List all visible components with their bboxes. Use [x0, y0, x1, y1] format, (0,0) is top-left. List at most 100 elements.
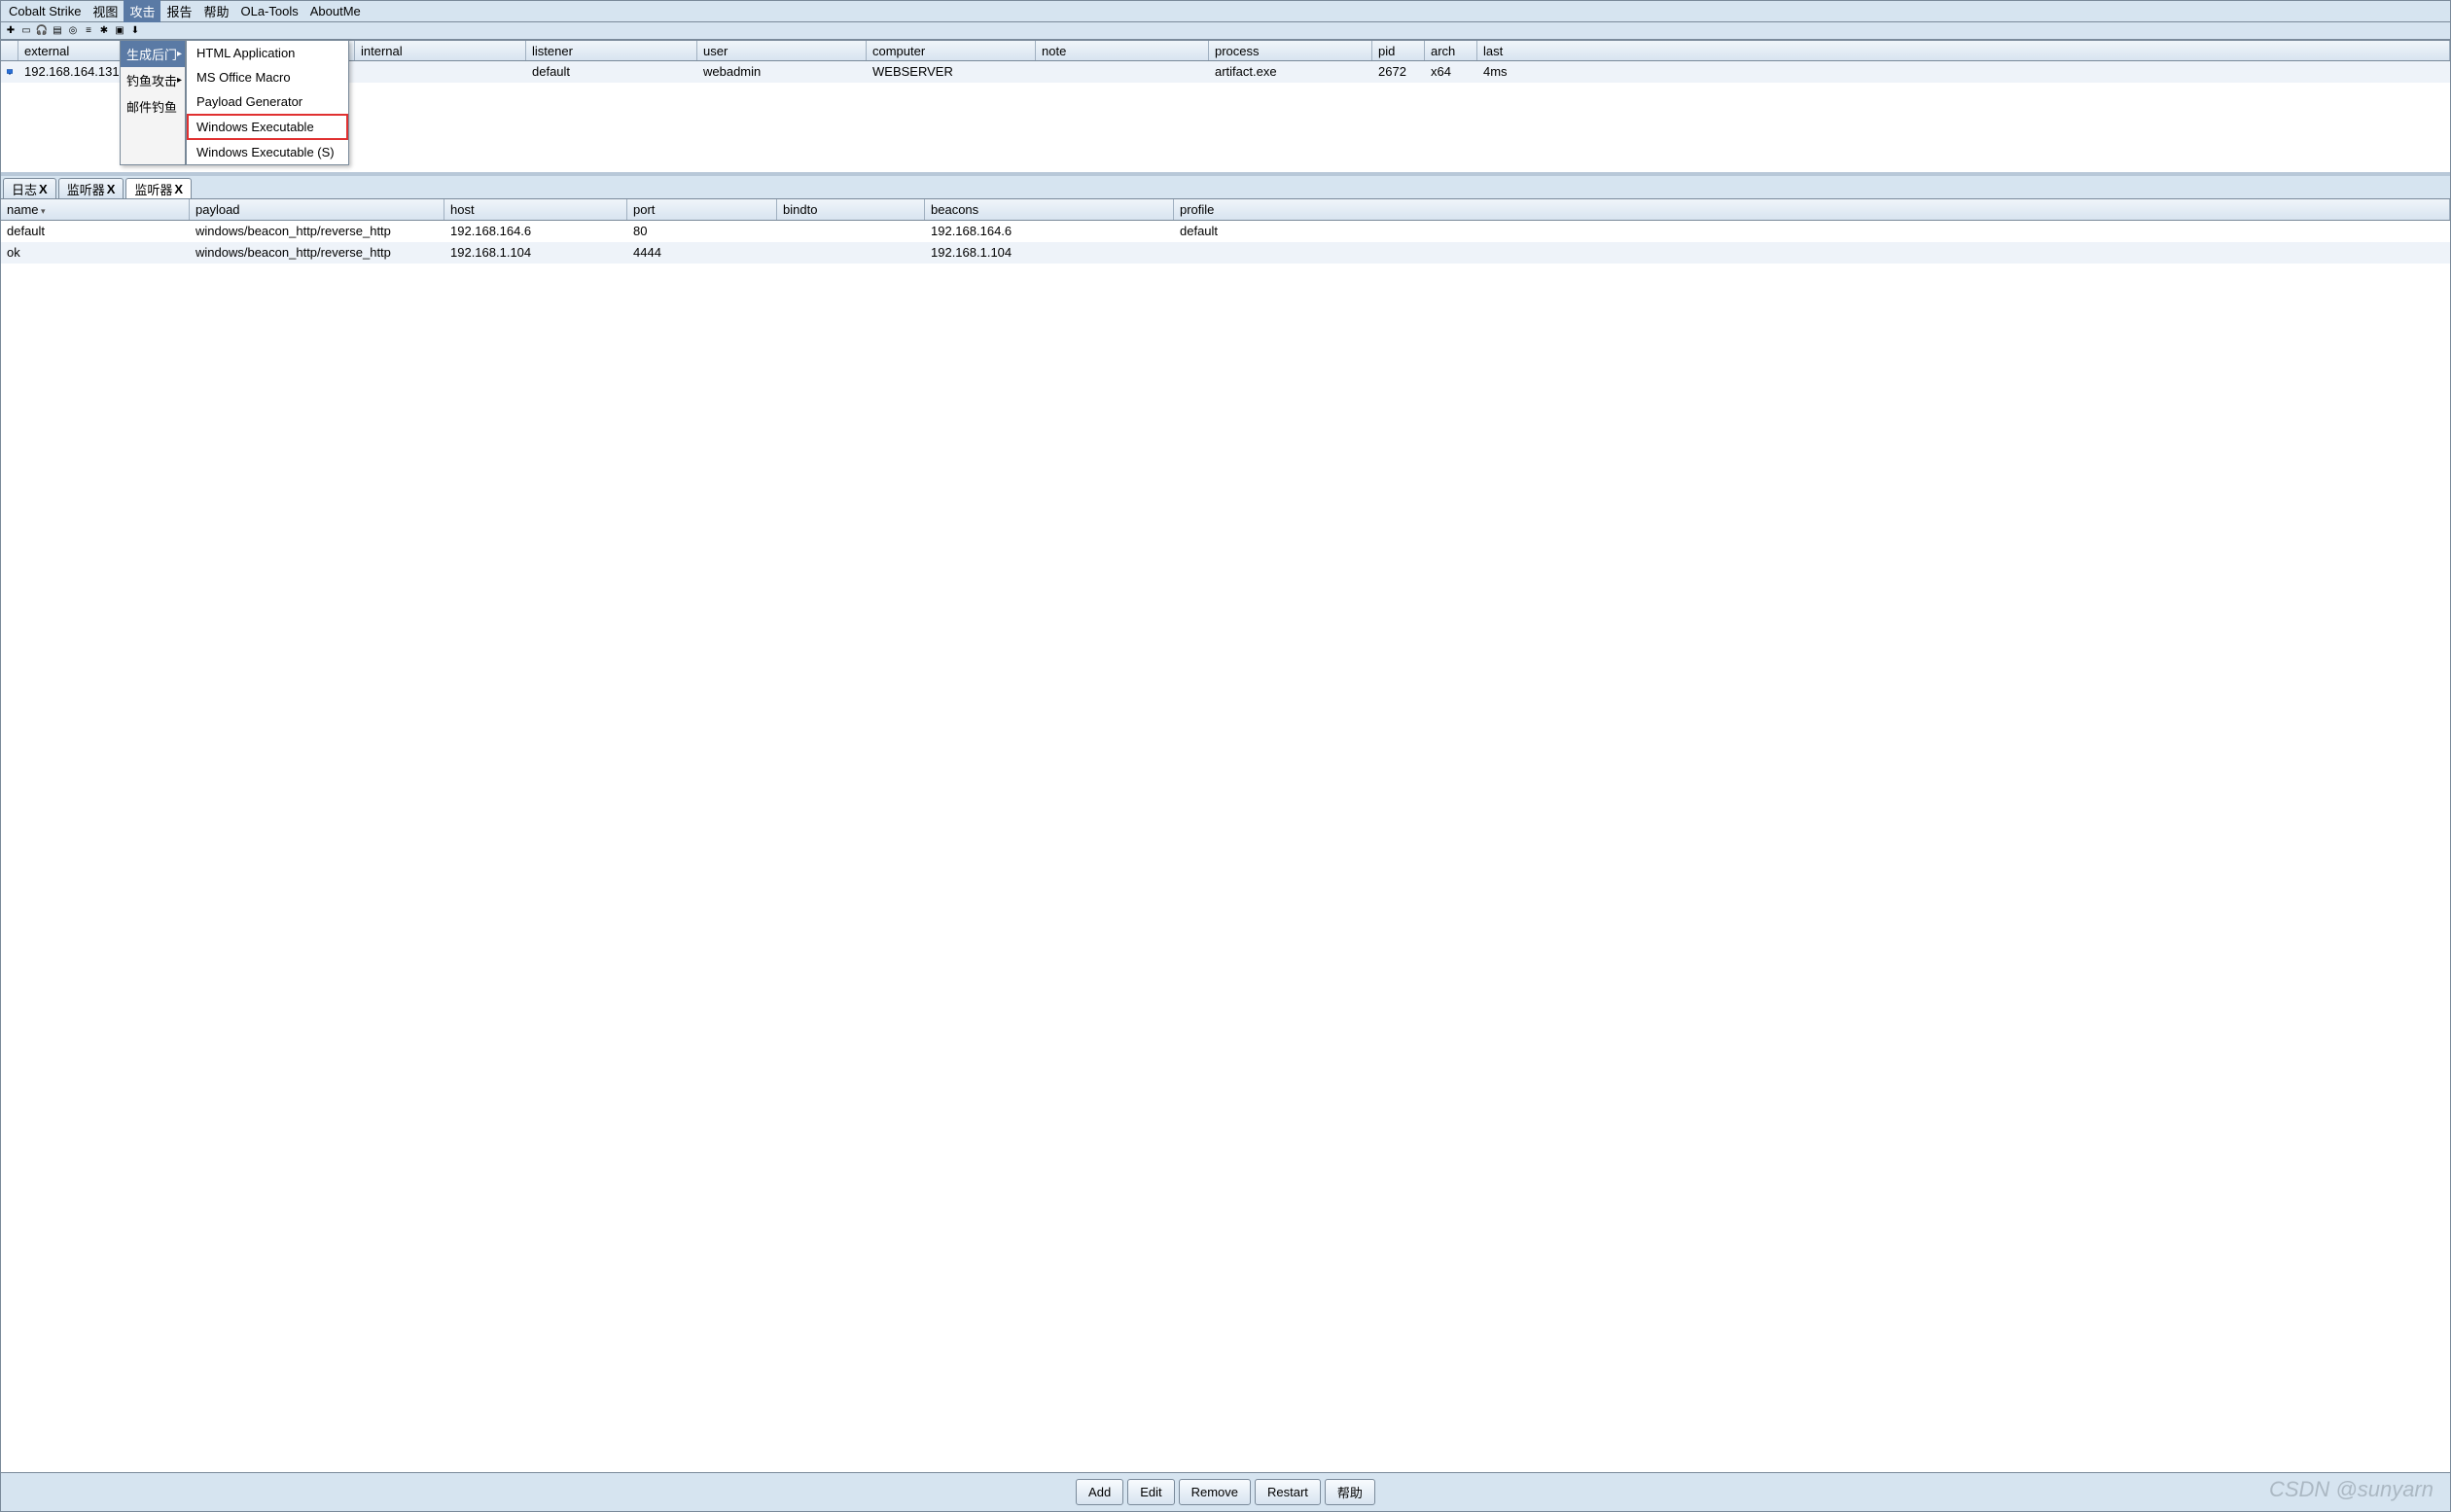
- menu-mail-phishing-label: 邮件钓鱼: [126, 97, 177, 116]
- cell-bindto: [777, 221, 925, 242]
- cell-beacons: 192.168.164.6: [925, 221, 1174, 242]
- menu-payload-generator[interactable]: Payload Generator: [187, 89, 348, 114]
- minus-icon[interactable]: ▭: [20, 25, 32, 37]
- col-beacons[interactable]: beacons: [925, 199, 1174, 220]
- menu-help[interactable]: 帮助: [197, 0, 234, 22]
- col-pid[interactable]: pid: [1372, 41, 1425, 60]
- sessions-header: external internal listener user computer…: [1, 40, 2450, 61]
- col-host[interactable]: host: [444, 199, 627, 220]
- menubar: Cobalt Strike 视图 攻击 报告 帮助 OLa-Tools Abou…: [1, 1, 2450, 22]
- attack-submenu: 生成后门▸ 钓鱼攻击▸ 邮件钓鱼: [120, 40, 186, 165]
- menu-html-application[interactable]: HTML Application: [187, 41, 348, 65]
- col-icon[interactable]: [1, 41, 18, 60]
- gear-icon[interactable]: ✱: [98, 25, 110, 37]
- remove-button[interactable]: Remove: [1179, 1479, 1251, 1505]
- tab-log-label: 日志: [12, 180, 37, 198]
- col-payload[interactable]: payload: [190, 199, 444, 220]
- menu-cobalt-strike[interactable]: Cobalt Strike: [3, 2, 87, 20]
- cell-user: webadmin: [697, 61, 867, 83]
- col-computer[interactable]: computer: [867, 41, 1036, 60]
- listeners-body: default windows/beacon_http/reverse_http…: [1, 221, 2450, 1472]
- cell-last: 4ms: [1477, 61, 2450, 83]
- tab-listeners-2[interactable]: 监听器X: [125, 178, 192, 198]
- download-icon[interactable]: ⬇: [129, 25, 141, 37]
- menu-phishing[interactable]: 钓鱼攻击▸: [121, 67, 185, 93]
- toolbar: ✚ ▭ 🎧 ▤ ◎ ≡ ✱ ▣ ⬇: [1, 22, 2450, 40]
- plus-icon[interactable]: ✚: [5, 25, 17, 37]
- listeners-header: name payload host port bindto beacons pr…: [1, 199, 2450, 221]
- cell-name: ok: [1, 242, 190, 264]
- cell-profile: default: [1174, 221, 2450, 242]
- chevron-right-icon: ▸: [177, 49, 182, 59]
- sessions-panel: external internal listener user computer…: [1, 40, 2450, 176]
- tab-bar: 日志X 监听器X 监听器X: [1, 176, 2450, 199]
- app-root: Cobalt Strike 视图 攻击 报告 帮助 OLa-Tools Abou…: [0, 0, 2451, 1512]
- backdoor-submenu: HTML Application MS Office Macro Payload…: [186, 40, 349, 165]
- cell-arch: x64: [1425, 61, 1477, 83]
- col-note[interactable]: note: [1036, 41, 1209, 60]
- menu-layer: 生成后门▸ 钓鱼攻击▸ 邮件钓鱼 HTML Application MS Off…: [120, 40, 349, 165]
- headphones-icon[interactable]: 🎧: [36, 25, 48, 37]
- edit-button[interactable]: Edit: [1127, 1479, 1174, 1505]
- cell-note: [1036, 61, 1209, 83]
- cell-host: 192.168.164.6: [444, 221, 627, 242]
- cell-profile: [1174, 242, 2450, 264]
- cell-beacons: 192.168.1.104: [925, 242, 1174, 264]
- menu-mail-phishing[interactable]: 邮件钓鱼: [121, 93, 185, 120]
- bars-icon[interactable]: ≡: [83, 25, 94, 37]
- col-internal[interactable]: internal: [355, 41, 526, 60]
- cell-port: 4444: [627, 242, 777, 264]
- tab-listeners-1[interactable]: 监听器X: [58, 178, 124, 198]
- col-profile[interactable]: profile: [1174, 199, 2450, 220]
- monitor-icon: [1, 61, 18, 83]
- listener-row[interactable]: ok windows/beacon_http/reverse_http 192.…: [1, 242, 2450, 264]
- cell-bindto: [777, 242, 925, 264]
- close-icon[interactable]: X: [39, 182, 48, 196]
- cell-payload: windows/beacon_http/reverse_http: [190, 221, 444, 242]
- session-row[interactable]: 192.168.164.131 default webadmin WEBSERV…: [1, 61, 2450, 83]
- menu-backdoor-label: 生成后门: [126, 45, 177, 63]
- screenshot-icon[interactable]: ▣: [114, 25, 125, 37]
- add-button[interactable]: Add: [1076, 1479, 1123, 1505]
- menu-windows-executable-s[interactable]: Windows Executable (S): [187, 140, 348, 164]
- close-icon[interactable]: X: [174, 182, 183, 196]
- list-icon[interactable]: ▤: [52, 25, 63, 37]
- cell-host: 192.168.1.104: [444, 242, 627, 264]
- cell-process: artifact.exe: [1209, 61, 1372, 83]
- menu-view[interactable]: 视图: [87, 0, 124, 22]
- cell-computer: WEBSERVER: [867, 61, 1036, 83]
- target-icon[interactable]: ◎: [67, 25, 79, 37]
- col-port[interactable]: port: [627, 199, 777, 220]
- menu-ola-tools[interactable]: OLa-Tools: [234, 2, 303, 20]
- restart-button[interactable]: Restart: [1255, 1479, 1321, 1505]
- button-bar: Add Edit Remove Restart 帮助: [1, 1472, 2450, 1511]
- menu-office-macro[interactable]: MS Office Macro: [187, 65, 348, 89]
- cell-payload: windows/beacon_http/reverse_http: [190, 242, 444, 264]
- menu-windows-executable[interactable]: Windows Executable: [187, 114, 348, 140]
- sessions-body: 192.168.164.131 default webadmin WEBSERV…: [1, 61, 2450, 172]
- cell-name: default: [1, 221, 190, 242]
- cell-port: 80: [627, 221, 777, 242]
- cell-pid: 2672: [1372, 61, 1425, 83]
- menu-report[interactable]: 报告: [160, 0, 197, 22]
- tab-listeners-2-label: 监听器: [134, 180, 172, 198]
- cell-listener: default: [526, 61, 697, 83]
- close-icon[interactable]: X: [107, 182, 116, 196]
- menu-backdoor[interactable]: 生成后门▸: [121, 41, 185, 67]
- tab-listeners-1-label: 监听器: [67, 180, 105, 198]
- lower-panel: 日志X 监听器X 监听器X name payload host port bin…: [1, 176, 2450, 1511]
- chevron-right-icon: ▸: [177, 75, 182, 86]
- menu-phishing-label: 钓鱼攻击: [126, 71, 177, 89]
- listener-row[interactable]: default windows/beacon_http/reverse_http…: [1, 221, 2450, 242]
- tab-log[interactable]: 日志X: [3, 178, 56, 198]
- col-arch[interactable]: arch: [1425, 41, 1477, 60]
- col-name[interactable]: name: [1, 199, 190, 220]
- col-listener[interactable]: listener: [526, 41, 697, 60]
- help-button[interactable]: 帮助: [1325, 1479, 1375, 1505]
- menu-aboutme[interactable]: AboutMe: [304, 2, 367, 20]
- col-user[interactable]: user: [697, 41, 867, 60]
- col-process[interactable]: process: [1209, 41, 1372, 60]
- col-bindto[interactable]: bindto: [777, 199, 925, 220]
- col-last[interactable]: last: [1477, 41, 2450, 60]
- menu-attack[interactable]: 攻击: [124, 0, 160, 22]
